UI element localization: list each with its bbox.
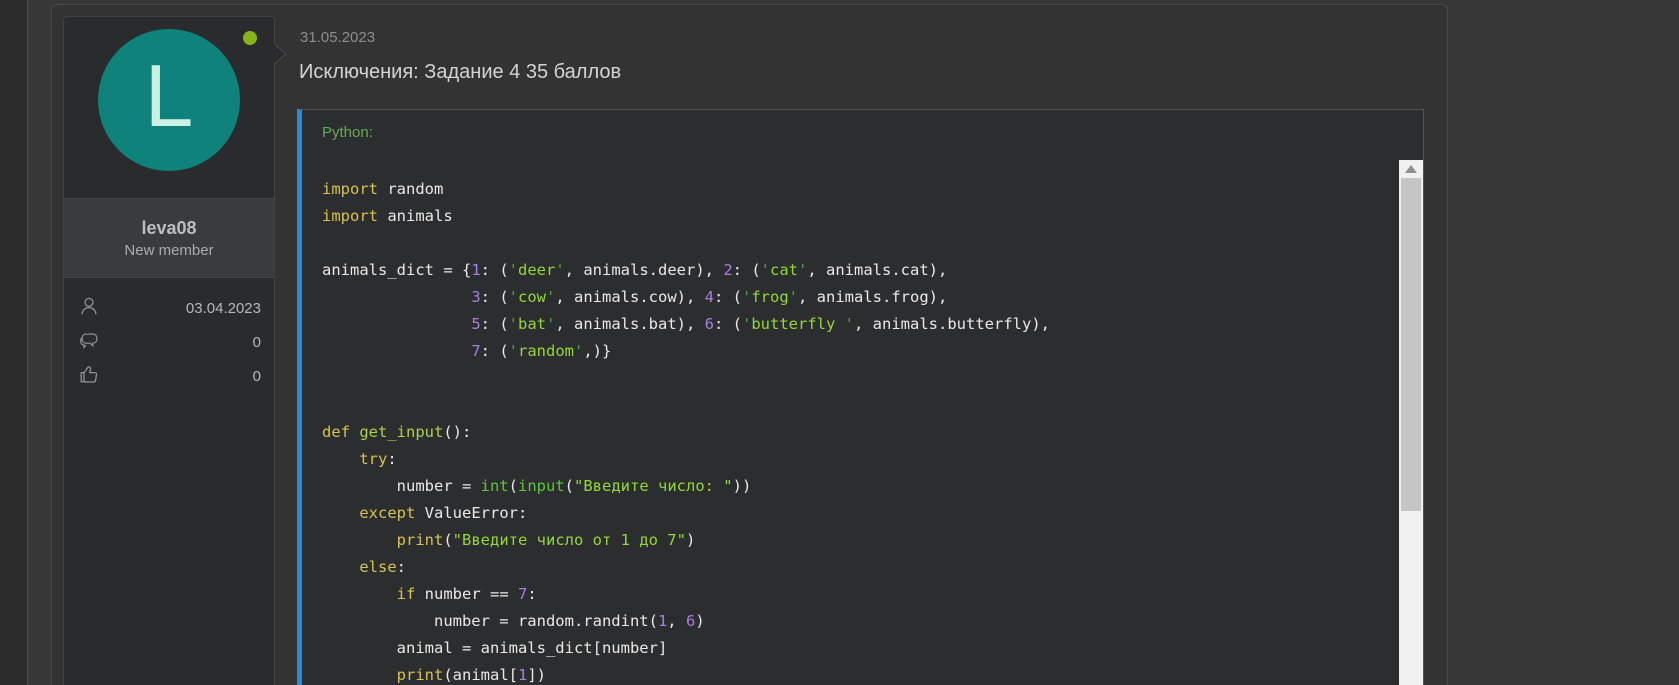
stat-row-likes: 0	[78, 359, 261, 393]
code-line	[322, 392, 1379, 419]
code-line: animals_dict = {1: ('deer', animals.deer…	[322, 257, 1379, 284]
code-line: else:	[322, 554, 1379, 581]
user-info-panel: L leva08 New member 03.04.2023 0 0	[63, 16, 275, 685]
stat-value: 0	[253, 334, 261, 351]
scrollbar-up-button[interactable]	[1399, 160, 1423, 178]
code-content: import randomimport animals animals_dict…	[322, 176, 1379, 685]
code-line: except ValueError:	[322, 500, 1379, 527]
avatar-area: L	[64, 17, 274, 198]
likes-icon	[78, 363, 100, 389]
code-line: import random	[322, 176, 1379, 203]
post-title: Исключения: Задание 4 35 баллов	[299, 61, 621, 84]
page-background: L leva08 New member 03.04.2023 0 0 31.05.2…	[27, 0, 1679, 685]
code-language-label: Python:	[322, 124, 373, 141]
code-line: 5: ('bat', animals.bat), 6: ('butterfly …	[322, 311, 1379, 338]
user-icon	[78, 295, 100, 321]
stat-row-messages: 0	[78, 325, 261, 359]
code-line: animal = animals_dict[number]	[322, 635, 1379, 662]
avatar-letter: L	[145, 52, 194, 140]
code-line: 7: ('random',)}	[322, 338, 1379, 365]
online-status-dot	[243, 31, 257, 45]
code-line: 3: ('cow', animals.cow), 4: ('frog', ani…	[322, 284, 1379, 311]
code-line: import animals	[322, 203, 1379, 230]
scrollbar-thumb[interactable]	[1401, 178, 1421, 511]
user-nameplate: leva08 New member	[64, 198, 274, 278]
code-line: print(animal[1])	[322, 662, 1379, 685]
code-line: if number == 7:	[322, 581, 1379, 608]
message-arrow	[274, 43, 289, 67]
user-stats: 03.04.2023 0 0	[64, 278, 274, 393]
user-role: New member	[124, 242, 213, 259]
messages-icon	[78, 329, 100, 355]
scrollbar-up-arrow-icon	[1405, 165, 1417, 173]
code-line: number = int(input("Введите число: "))	[322, 473, 1379, 500]
code-line: def get_input():	[322, 419, 1379, 446]
forum-post: L leva08 New member 03.04.2023 0 0 31.05.2…	[51, 4, 1448, 685]
stat-value: 03.04.2023	[186, 300, 261, 317]
stat-row-user: 03.04.2023	[78, 291, 261, 325]
code-line	[322, 230, 1379, 257]
code-line: try:	[322, 446, 1379, 473]
avatar[interactable]: L	[98, 29, 240, 171]
message-cell: 31.05.2023 Исключения: Задание 4 35 балл…	[298, 5, 1424, 685]
code-line: number = random.randint(1, 6)	[322, 608, 1379, 635]
stat-value: 0	[253, 368, 261, 385]
username-link[interactable]: leva08	[141, 218, 196, 239]
post-date[interactable]: 31.05.2023	[300, 29, 375, 46]
code-line: print("Введите число от 1 до 7")	[322, 527, 1379, 554]
code-line	[322, 365, 1379, 392]
code-block: Python: import randomimport animals anim…	[297, 109, 1424, 685]
code-scrollbar[interactable]	[1399, 160, 1423, 685]
